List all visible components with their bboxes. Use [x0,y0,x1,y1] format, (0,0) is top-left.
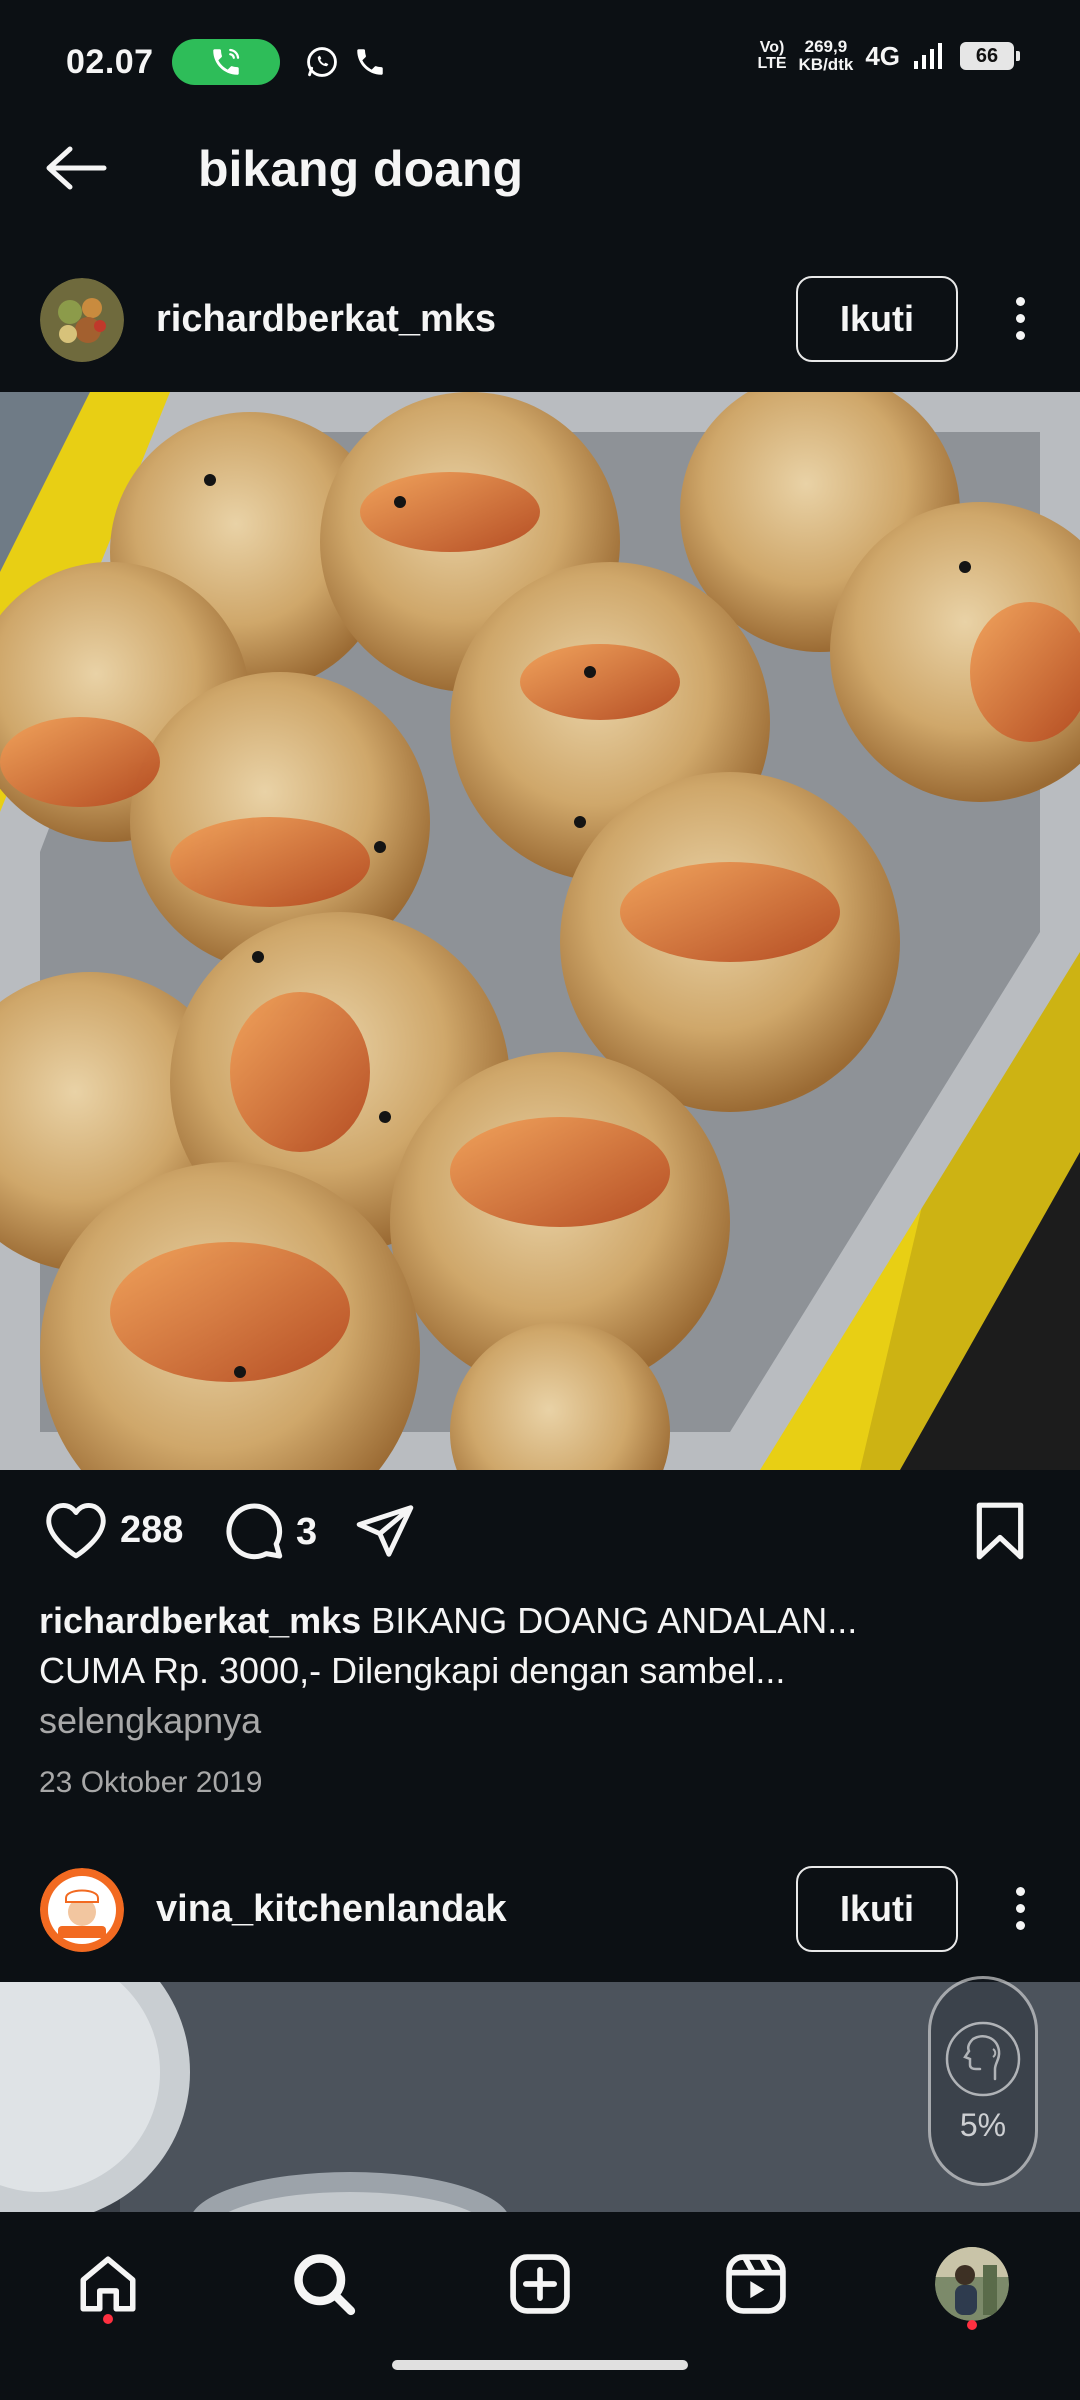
volte-top: Vo) [759,39,785,56]
arrow-left-icon [46,146,107,190]
dot-icon [1015,1920,1025,1930]
phone-call-icon [212,48,239,75]
bookmark-icon [976,1502,1024,1560]
post-image[interactable] [0,392,1080,1470]
like-button[interactable]: 288 [42,1500,183,1560]
post-actions: 288 3 [0,1470,1080,1600]
comment-button[interactable]: 3 [220,1500,317,1564]
dot-icon [1015,330,1025,340]
battery-indicator: 66 [960,42,1020,70]
dot-icon [1015,1903,1025,1913]
share-button[interactable] [352,1500,418,1562]
caption-text-1: BIKANG DOANG ANDALAN... [371,1600,858,1641]
battery-level: 66 [975,44,999,67]
post-header: vina_kitchenlandak Ikuti [0,1854,1080,1964]
reels-icon [726,2254,786,2314]
status-time: 02.07 [66,42,154,81]
dot-icon [1015,313,1025,323]
phone-icon [350,42,390,82]
nav-create[interactable] [500,2244,580,2324]
like-count: 288 [120,1508,184,1551]
send-icon [356,1505,414,1557]
save-button[interactable] [972,1500,1028,1562]
speed-value: 269,9 [804,37,848,56]
nav-search[interactable] [284,2244,364,2324]
caption-line-1: richardberkat_mks BIKANG DOANG ANDALAN..… [39,1596,1049,1646]
search-icon [294,2254,356,2316]
post-username[interactable]: vina_kitchenlandak [156,1888,507,1931]
follow-button[interactable]: Ikuti [796,1866,958,1952]
face-profile-icon [945,2021,1021,2096]
speed-unit: KB/dtk [798,55,854,74]
post-image[interactable] [0,1982,1080,2212]
caption-text-2: CUMA Rp. 3000,- Dilengkapi dengan sambel… [39,1650,786,1691]
avatar[interactable] [40,278,124,362]
nav-home[interactable] [68,2244,148,2324]
comment-icon [226,1503,283,1560]
whatsapp-icon [302,42,342,82]
post-date: 23 Oktober 2019 [39,1766,263,1799]
home-icon [80,2256,136,2312]
dot-icon [1015,1886,1025,1896]
notification-dot [103,2314,113,2324]
page-title: bikang doang [198,141,523,197]
comment-count: 3 [296,1510,318,1553]
dot-icon [1015,296,1025,306]
nav-profile[interactable] [932,2244,1012,2324]
caption-username[interactable]: richardberkat_mks [39,1600,361,1641]
follow-button[interactable]: Ikuti [796,276,958,362]
avatar[interactable] [40,1868,124,1952]
widget-percent: 5% [959,2106,1007,2143]
back-button[interactable] [40,138,112,198]
nav-reels[interactable] [716,2244,796,2324]
home-indicator[interactable] [392,2360,688,2370]
see-more-link[interactable]: selengkapnya [39,1696,1049,1746]
notification-dot [967,2320,977,2330]
volte-indicator: Vo) LTE [758,40,787,72]
floating-widget[interactable]: 5% [928,1976,1038,2186]
volte-bottom: LTE [757,55,787,72]
profile-avatar [935,2247,1009,2321]
more-options-button[interactable] [1000,1868,1040,1948]
post-header: richardberkat_mks Ikuti [0,264,1080,374]
post-caption: richardberkat_mks BIKANG DOANG ANDALAN..… [39,1596,1049,1746]
create-icon [510,2254,570,2314]
more-options-button[interactable] [1000,278,1040,358]
bottom-navigation [0,2212,1080,2400]
status-bar: 02.07 Vo) LTE 269,9 KB/dtk 4G 66 [0,0,1080,124]
ongoing-call-pill[interactable] [171,39,280,85]
post-username[interactable]: richardberkat_mks [156,298,496,341]
heart-icon [46,1503,106,1559]
signal-strength-icon [914,43,942,69]
status-indicators: Vo) LTE 269,9 KB/dtk 4G 66 [758,38,1020,74]
network-speed: 269,9 KB/dtk [799,38,854,74]
network-type: 4G [865,40,900,71]
